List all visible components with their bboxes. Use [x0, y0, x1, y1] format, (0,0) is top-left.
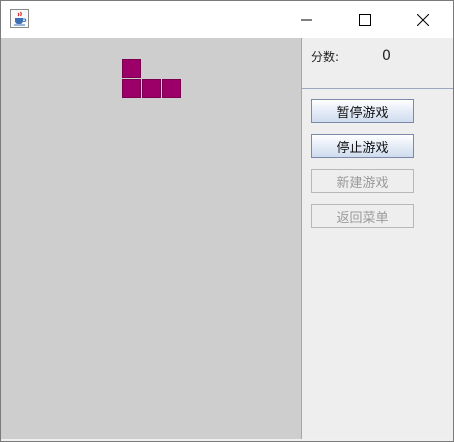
stop-game-button[interactable]: 停止游戏 — [311, 134, 414, 158]
panel-divider — [302, 88, 453, 89]
java-cup-icon[interactable] — [10, 9, 29, 28]
maximize-icon — [359, 13, 371, 26]
minimize-icon — [301, 19, 312, 20]
game-window: 分数: 0 暂停游戏 停止游戏 新建游戏 返回菜单 — [0, 0, 454, 442]
close-icon — [417, 13, 429, 26]
maximize-button[interactable] — [336, 1, 394, 38]
pause-game-button[interactable]: 暂停游戏 — [311, 99, 414, 123]
score-label: 分数: — [311, 50, 340, 64]
score-value: 0 — [382, 48, 391, 64]
piece-cell — [122, 59, 141, 78]
back-to-menu-button[interactable]: 返回菜单 — [311, 204, 414, 228]
piece-cell — [162, 79, 181, 98]
piece-cell — [142, 79, 161, 98]
title-bar[interactable] — [1, 1, 453, 38]
new-game-button[interactable]: 新建游戏 — [311, 169, 414, 193]
close-button[interactable] — [394, 1, 452, 38]
piece-cell — [122, 79, 141, 98]
game-board[interactable] — [1, 38, 302, 439]
side-panel: 分数: 0 暂停游戏 停止游戏 新建游戏 返回菜单 — [302, 38, 453, 439]
minimize-button[interactable] — [278, 1, 336, 38]
